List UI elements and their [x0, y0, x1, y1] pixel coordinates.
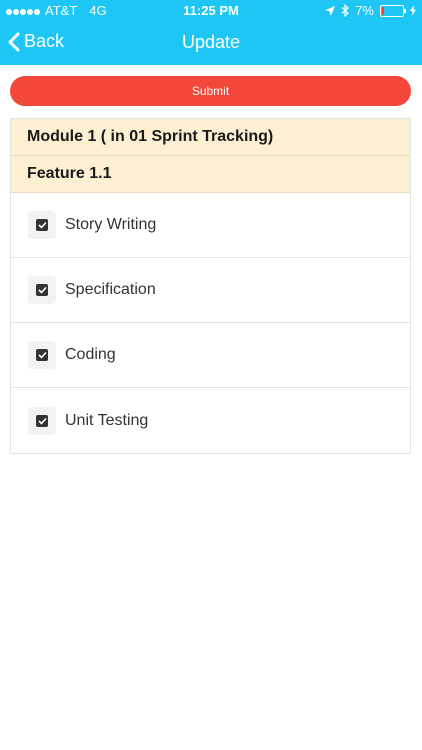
task-row-coding[interactable]: Coding	[11, 323, 410, 388]
checkbox-wrapper	[28, 406, 56, 435]
checkbox-checked-icon[interactable]	[36, 219, 48, 231]
task-panel: Module 1 ( in 01 Sprint Tracking) Featur…	[10, 118, 411, 454]
feature-title: Feature 1.1	[11, 156, 410, 193]
bluetooth-icon	[341, 4, 350, 17]
battery-icon	[380, 4, 406, 17]
checkbox-checked-icon[interactable]	[36, 349, 48, 361]
status-bar: AT&T 4G 11:25 PM 7%	[0, 0, 422, 22]
battery-percent: 7%	[355, 3, 374, 18]
task-label: Unit Testing	[65, 411, 149, 429]
task-row-specification[interactable]: Specification	[11, 258, 410, 323]
task-row-unit-testing[interactable]: Unit Testing	[11, 388, 410, 453]
task-label: Specification	[65, 281, 156, 298]
status-right: 7%	[325, 3, 416, 18]
checkbox-checked-icon[interactable]	[36, 284, 48, 296]
top-bar: AT&T 4G 11:25 PM 7% Back Update	[0, 0, 422, 65]
nav-bar: Back Update	[0, 22, 422, 65]
task-row-story-writing[interactable]: Story Writing	[11, 193, 410, 258]
checkbox-wrapper	[28, 276, 56, 304]
task-label: Coding	[65, 346, 116, 363]
checkbox-wrapper	[28, 341, 56, 369]
update-screen: AT&T 4G 11:25 PM 7% Back Update Submit M…	[0, 0, 422, 750]
checkbox-checked-icon[interactable]	[36, 414, 48, 427]
charging-bolt-icon	[410, 5, 416, 16]
page-title: Update	[181, 32, 241, 52]
battery-level-fill	[382, 6, 384, 15]
location-arrow-icon	[325, 5, 336, 16]
module-title: Module 1 ( in 01 Sprint Tracking)	[11, 119, 410, 156]
task-label: Story Writing	[65, 216, 157, 233]
submit-button[interactable]: Submit	[10, 76, 411, 106]
checkbox-wrapper	[28, 211, 56, 239]
